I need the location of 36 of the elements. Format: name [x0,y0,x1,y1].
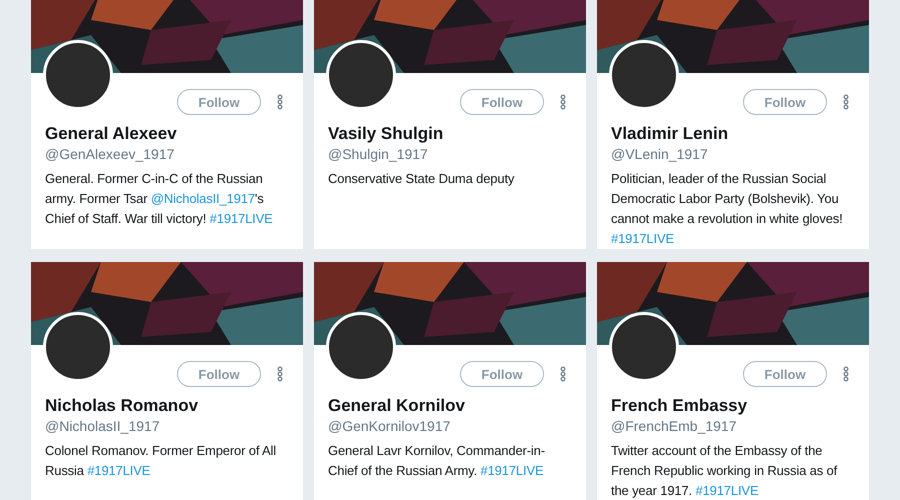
follow-button[interactable]: Follow [177,361,261,387]
profile-name: General Kornilov [327,395,466,417]
profile-handle: @VLenin_1917 [610,145,709,163]
more-options-icon[interactable] [277,94,283,110]
profile-bio: General Lavr Kornilov, Commander-in-Chief of the Russian Army. #1917LIVE [327,442,546,480]
profile-handle: @Shulgin_1917 [327,145,429,163]
profile-handle: @GenAlexeev_1917 [44,145,176,163]
follow-button[interactable]: Follow [743,89,827,115]
hashtag-link[interactable]: #1917LIVE [480,463,544,478]
profile-handle: @FrenchEmb_1917 [610,417,738,435]
profile-bio: Conservative State Duma deputy [327,170,516,188]
follow-button[interactable]: Follow [460,361,544,387]
profile-name: Vasily Shulgin [327,123,444,145]
profile-name: French Embassy [610,395,748,417]
hashtag-link[interactable]: #1917LIVE [611,231,674,246]
mention-link[interactable]: @NicholasII_1917 [150,191,255,206]
profile-handle: @GenKornilov1917 [327,417,452,435]
profile-bio: Colonel Romanov. Former Emperor of All Russia #1917LIVE [44,442,278,480]
hashtag-link[interactable]: #1917LIVE [695,483,758,498]
more-options-icon[interactable] [560,94,566,110]
more-options-icon[interactable] [843,94,849,110]
follow-button[interactable]: Follow [743,361,827,387]
more-options-icon[interactable] [843,366,849,382]
more-options-icon[interactable] [560,366,566,382]
hashtag-link[interactable]: #1917LIVE [210,211,273,226]
profile-name: Vladimir Lenin [610,123,730,145]
profile-bio: Twitter account of the Embassy of the French Republic working in Russia as of the year 1917. #1917LIVE [610,442,838,500]
follow-button[interactable]: Follow [460,89,544,115]
profile-handle: @NicholasII_1917 [44,417,161,435]
profile-name: General Alexeev [44,123,178,145]
profile-bio: Politician, leader of the Russian Social Democratic Labor Party (Bolshevik). You cannot make a revolution in white gloves! #1917LIVE [610,170,844,248]
profile-bio: General. Former C-in-C of the Russian army. Former Tsar @NicholasII_1917's Chief of Staff. War till victory! #1917LIVE [44,170,274,228]
follow-button[interactable]: Follow [177,89,261,115]
hashtag-link[interactable]: #1917LIVE [87,463,150,478]
profile-name: Nicholas Romanov [44,395,200,417]
more-options-icon[interactable] [277,366,283,382]
